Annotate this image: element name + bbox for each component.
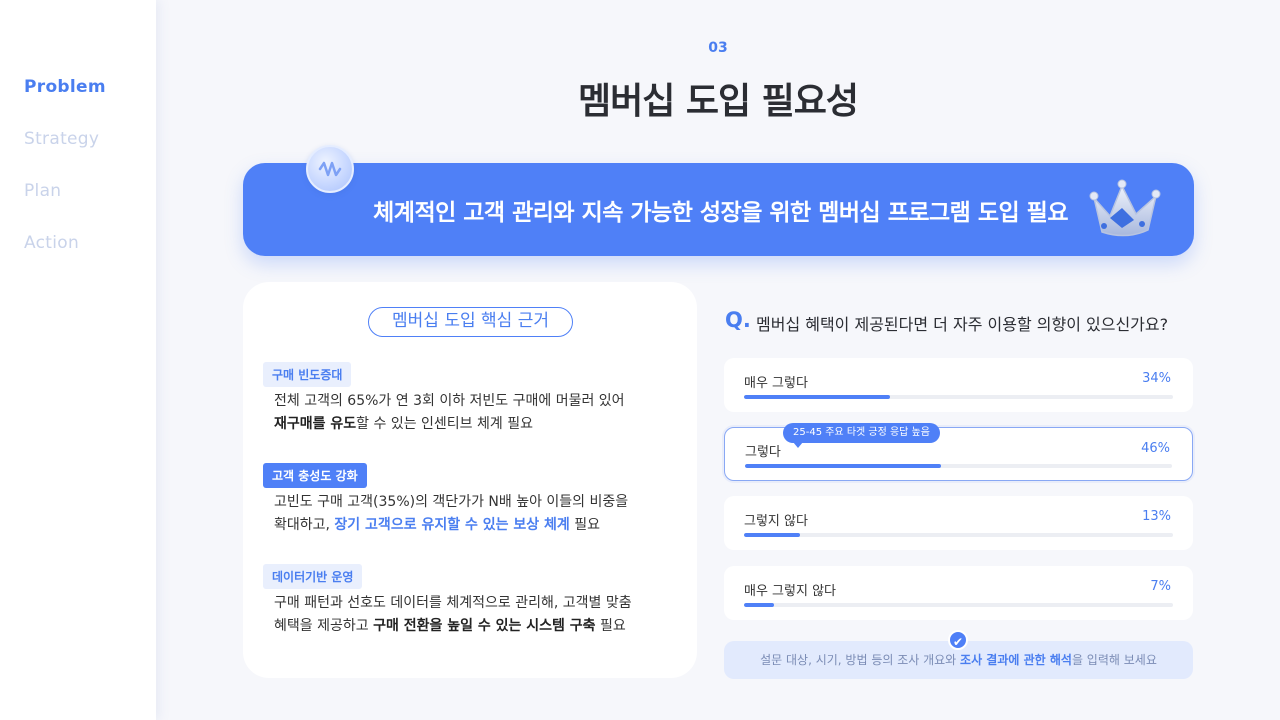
survey-option[interactable]: 매우 그렇지 않다 7% <box>724 566 1193 620</box>
progress-track <box>744 395 1173 399</box>
progress-fill <box>745 464 942 468</box>
highlight-text: 장기 고객으로 유지할 수 있는 보상 체계 <box>334 517 570 533</box>
evidence-card-title: 멤버십 도입 핵심 근거 <box>368 307 573 337</box>
option-percent: 46% <box>1141 441 1170 456</box>
tag-customer-loyalty: 고객 충성도 강화 <box>263 463 367 488</box>
check-icon: ✔ <box>948 630 968 650</box>
option-label: 매우 그렇다 <box>744 376 808 391</box>
section-number: 03 <box>708 40 728 56</box>
paragraph-line: 확대하고, 장기 고객으로 유지할 수 있는 보상 체계 필요 <box>274 514 684 537</box>
paragraph-line: 구매 패턴과 선호도 데이터를 체계적으로 관리해, 고객별 맞춤 <box>274 595 632 611</box>
paragraph-text: 확대하고, <box>274 517 335 533</box>
progress-fill <box>744 395 890 399</box>
option-percent: 7% <box>1150 579 1171 594</box>
option-label: 그렇지 않다 <box>744 514 808 529</box>
note-text: 을 입력해 보세요 <box>1071 653 1157 667</box>
note-text: 설문 대상, 시기, 방법 등의 조사 개요와 <box>760 653 961 667</box>
crown-icon <box>1089 179 1161 237</box>
survey-question: 멤버십 혜택이 제공된다면 더 자주 이용할 의향이 있으신가요? <box>756 315 1169 334</box>
sidebar-item-action[interactable]: Action <box>24 233 79 253</box>
option-label: 그렇다 <box>745 445 781 460</box>
progress-track <box>744 603 1173 607</box>
option-percent: 13% <box>1142 509 1171 524</box>
paragraph-text: 혜택을 제공하고 <box>274 618 374 634</box>
progress-track <box>745 464 1172 468</box>
option-percent: 34% <box>1142 371 1171 386</box>
emphasis-text: 구매 전환을 높일 수 있는 시스템 구축 <box>373 618 596 634</box>
paragraph-purchase-frequency: 전체 고객의 65%가 연 3회 이하 저빈도 구매에 머물러 있어 재구매를 … <box>274 390 684 436</box>
sidebar: Problem Strategy Plan Action <box>0 0 156 720</box>
sidebar-item-problem[interactable]: Problem <box>24 77 106 97</box>
emphasis-text: 재구매를 유도 <box>274 416 357 432</box>
insight-tooltip: 25-45 주요 타겟 긍정 응답 높음 <box>783 423 940 448</box>
evidence-card: 멤버십 도입 핵심 근거 구매 빈도증대 전체 고객의 65%가 연 3회 이하… <box>243 282 697 678</box>
paragraph-line: 재구매를 유도할 수 있는 인센티브 체계 필요 <box>274 413 684 436</box>
note-emphasis: 조사 결과에 관한 해석 <box>960 653 1072 667</box>
paragraph-line: 전체 고객의 65%가 연 3회 이하 저빈도 구매에 머물러 있어 <box>274 393 625 409</box>
paragraph-line: 고빈도 구매 고객(35%)의 객단가가 N배 높아 이들의 비중을 <box>274 494 629 510</box>
progress-fill <box>744 603 775 607</box>
wave-badge-icon <box>306 145 354 193</box>
paragraph-text: 필요 <box>595 618 626 634</box>
paragraph-text: 할 수 있는 인센티브 체계 필요 <box>356 416 533 432</box>
paragraph-text: 필요 <box>569 517 600 533</box>
tag-data-driven: 데이터기반 운영 <box>263 564 363 589</box>
progress-track <box>744 533 1173 537</box>
page-title: 멤버십 도입 필요성 <box>577 81 859 122</box>
progress-fill <box>744 533 800 537</box>
sidebar-item-plan[interactable]: Plan <box>24 181 61 201</box>
option-label: 매우 그렇지 않다 <box>744 584 836 599</box>
paragraph-customer-loyalty: 고빈도 구매 고객(35%)의 객단가가 N배 높아 이들의 비중을 확대하고,… <box>274 491 684 537</box>
banner: 체계적인 고객 관리와 지속 가능한 성장을 위한 멤버십 프로그램 도입 필요 <box>243 163 1194 256</box>
paragraph-line: 혜택을 제공하고 구매 전환을 높일 수 있는 시스템 구축 필요 <box>274 615 684 638</box>
question-mark: Q. <box>725 308 751 332</box>
banner-text: 체계적인 고객 관리와 지속 가능한 성장을 위한 멤버십 프로그램 도입 필요 <box>373 200 1068 226</box>
tag-purchase-frequency: 구매 빈도증대 <box>263 362 352 387</box>
survey-option[interactable]: 그렇지 않다 13% <box>724 496 1193 550</box>
survey-option[interactable]: 매우 그렇다 34% <box>724 358 1193 412</box>
sidebar-item-strategy[interactable]: Strategy <box>24 129 99 149</box>
paragraph-data-driven: 구매 패턴과 선호도 데이터를 체계적으로 관리해, 고객별 맞춤 혜택을 제공… <box>274 592 684 638</box>
